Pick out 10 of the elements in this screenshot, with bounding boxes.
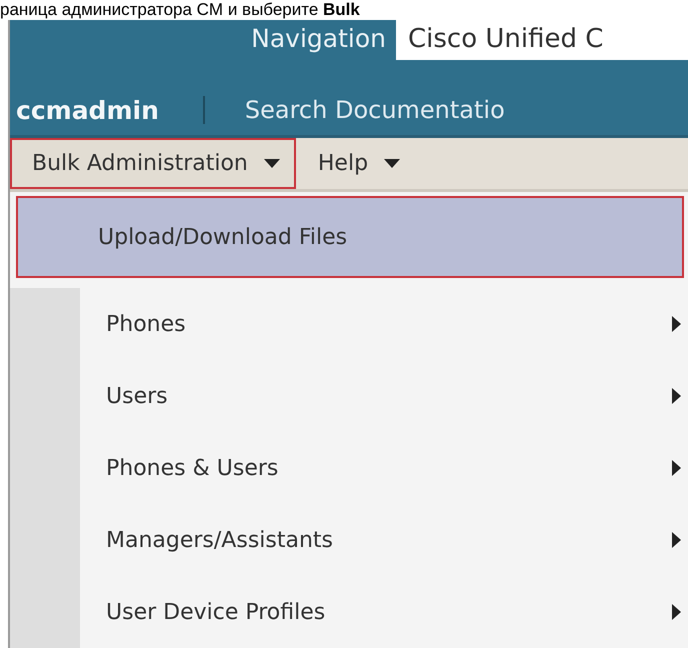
- menu-tab[interactable]: Bulk Administration: [10, 138, 296, 189]
- search-documentation-link[interactable]: Search Documentatio: [244, 96, 505, 124]
- caption-text: раница администратора CM и выберите Bulk: [0, 0, 361, 20]
- user-name: ccmadmin: [15, 96, 159, 125]
- menu-tab[interactable]: Help: [296, 138, 416, 189]
- product-title[interactable]: Cisco Unified C: [396, 20, 688, 60]
- caret-icon: [384, 158, 400, 169]
- caret-icon: [264, 158, 280, 169]
- menu-item[interactable]: Upload/Download Files: [16, 196, 684, 278]
- navigation-label: Navigation: [251, 23, 387, 55]
